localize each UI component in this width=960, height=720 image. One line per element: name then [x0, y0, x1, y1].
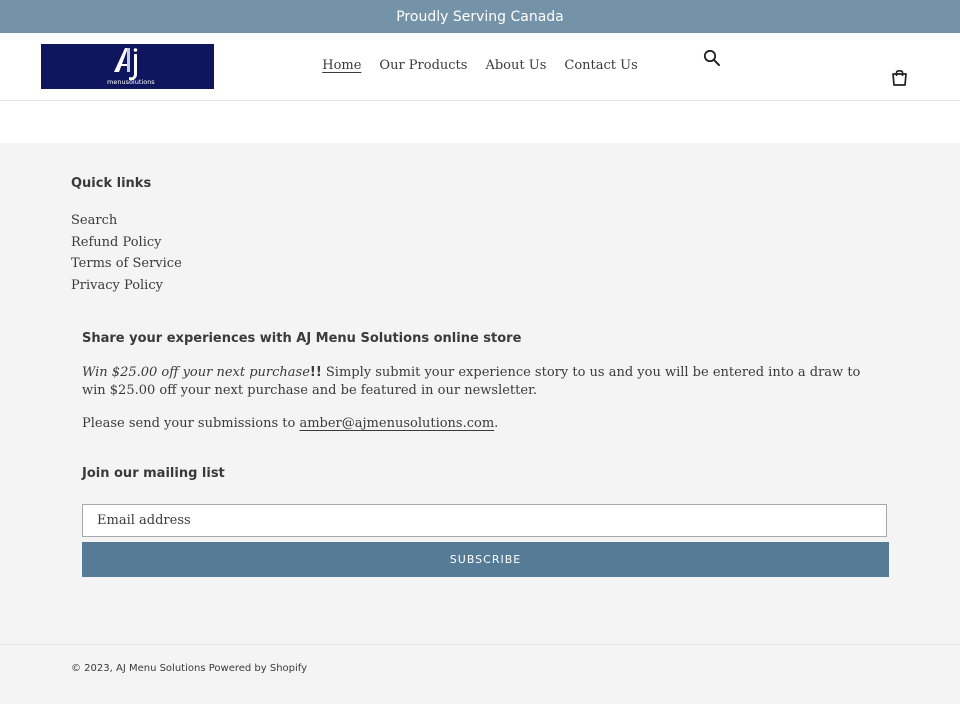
submission-text: Please send your submissions to amber@aj…: [82, 415, 498, 433]
logo-text: menusolutions: [107, 78, 155, 86]
send-prefix: Please send your submissions to: [82, 416, 300, 431]
powered-by-link[interactable]: Powered by Shopify: [209, 663, 307, 674]
mailing-list-title: Join our mailing list: [82, 466, 225, 481]
email-field[interactable]: [82, 504, 887, 537]
site-footer: Quick links Search Refund Policy Terms o…: [0, 143, 960, 704]
quick-links-title: Quick links: [71, 176, 152, 191]
share-italic: Win $25.00 off your next purchase: [82, 365, 310, 380]
quick-link-privacy-policy[interactable]: Privacy Policy: [71, 278, 163, 293]
quick-link-refund-policy[interactable]: Refund Policy: [71, 235, 161, 250]
copyright: © 2023, AJ Menu Solutions Powered by Sho…: [71, 663, 307, 674]
quick-link-search[interactable]: Search: [71, 213, 117, 228]
nav-our-products[interactable]: Our Products: [370, 58, 476, 73]
share-emphasis: !!: [309, 365, 322, 380]
share-title: Share your experiences with AJ Menu Solu…: [82, 331, 522, 346]
quick-links-list: Search Refund Policy Terms of Service Pr…: [71, 210, 182, 297]
email-link[interactable]: amber@ajmenusolutions.com: [299, 416, 494, 431]
announcement-bar: Proudly Serving Canada: [0, 0, 960, 33]
list-item: Privacy Policy: [71, 275, 182, 297]
nav-contact-us[interactable]: Contact Us: [555, 58, 646, 73]
main-nav: Home Our Products About Us Contact Us: [0, 58, 960, 73]
search-icon[interactable]: [703, 49, 721, 67]
send-suffix: .: [494, 416, 499, 431]
nav-about-us[interactable]: About Us: [476, 58, 555, 73]
list-item: Refund Policy: [71, 232, 182, 254]
list-item: Search: [71, 210, 182, 232]
copyright-text: © 2023, AJ Menu Solutions: [71, 663, 206, 674]
subscribe-button[interactable]: SUBSCRIBE: [82, 542, 889, 577]
footer-divider: [0, 644, 960, 645]
announcement-text: Proudly Serving Canada: [396, 8, 564, 25]
list-item: Terms of Service: [71, 253, 182, 275]
cart-icon[interactable]: [890, 68, 909, 87]
site-header: menusolutions Home Our Products About Us…: [0, 33, 960, 101]
quick-link-terms-of-service[interactable]: Terms of Service: [71, 256, 182, 271]
nav-home[interactable]: Home: [313, 58, 370, 73]
share-description: Win $25.00 off your next purchase!! Simp…: [82, 364, 862, 400]
